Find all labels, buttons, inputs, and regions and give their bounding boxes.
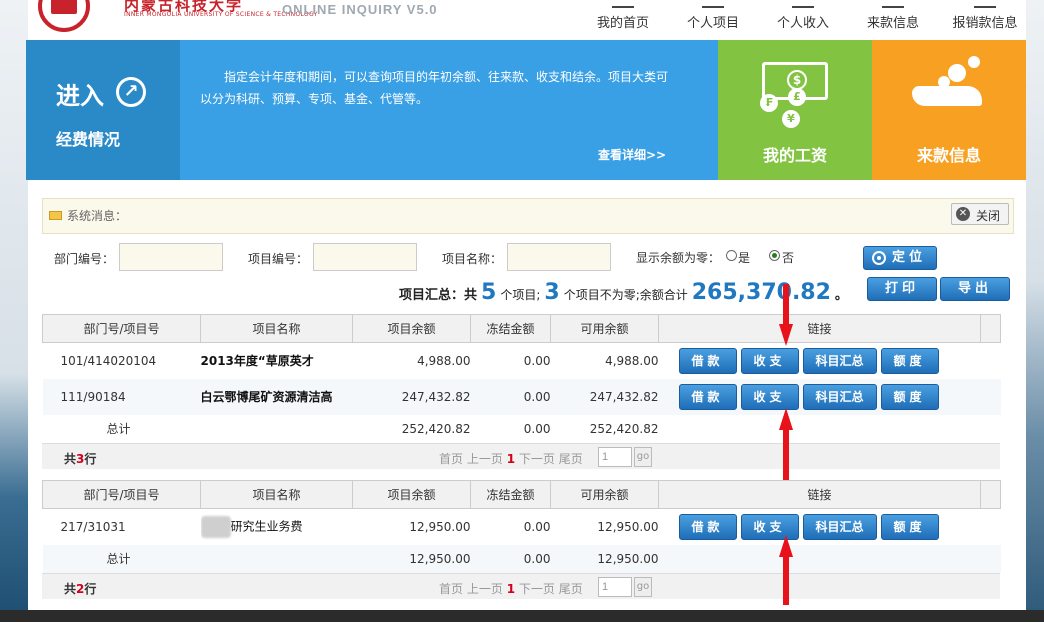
- coin-icon: £: [788, 88, 806, 106]
- enter-funds-tile[interactable]: 进入 ↗ 经费情况: [26, 40, 180, 180]
- subject-summary-button[interactable]: 科目汇总: [802, 513, 877, 540]
- annotation-arrow-shaft: [783, 428, 789, 480]
- borrow-button[interactable]: 借款: [678, 383, 737, 410]
- income-expense-button[interactable]: 收支: [740, 347, 799, 374]
- hand-coins-icon: [912, 56, 986, 108]
- annotation-arrow-up: [779, 535, 793, 557]
- total-row: 总计 252,420.82 0.00 252,420.82: [106, 421, 659, 437]
- my-salary-tile[interactable]: $ ₣ £ ¥ 我的工资: [718, 40, 872, 180]
- page-number-input[interactable]: [598, 577, 632, 597]
- prev-page-link[interactable]: 上一页: [467, 582, 503, 596]
- income-icon: [792, 0, 814, 8]
- projects-table-2: 部门号/项目号 项目名称 项目余额 冻结金额 可用余额 链接 217/31031…: [42, 480, 1001, 573]
- current-page: 1: [506, 452, 516, 466]
- coin-icon: ¥: [782, 110, 800, 128]
- current-page: 1: [506, 582, 516, 596]
- table-row: 111/90184 白云鄂博尾矿资源清洁高 247,432.82 0.00 24…: [42, 378, 1001, 415]
- first-page-link[interactable]: 首页: [439, 582, 463, 596]
- envelope-icon: [49, 211, 62, 220]
- main-container: 内蒙古科技大学 INNER MONGOLIA UNIVERSITY OF SCI…: [26, 0, 1026, 610]
- locate-button[interactable]: 定位: [863, 246, 937, 270]
- go-button[interactable]: go: [634, 577, 652, 597]
- table-header-row: 部门号/项目号 项目名称 项目余额 冻结金额 可用余额 链接: [42, 314, 1001, 343]
- home-icon: [612, 0, 634, 8]
- coin-icon: ₣: [760, 94, 778, 112]
- quota-button[interactable]: 额度: [880, 513, 939, 540]
- last-page-link[interactable]: 尾页: [559, 452, 583, 466]
- nonzero-projects-count: 3: [544, 280, 560, 305]
- total-row: 总计 12,950.00 0.00 12,950.00: [42, 544, 1001, 573]
- close-icon: ✕: [956, 207, 970, 221]
- borrow-button[interactable]: 借款: [678, 347, 737, 374]
- redacted-text: [200, 515, 231, 538]
- locate-icon: [872, 251, 886, 265]
- subject-summary-button[interactable]: 科目汇总: [802, 347, 877, 374]
- university-logo: [38, 0, 90, 32]
- row-count: 共2行: [64, 582, 97, 596]
- footer-bar: [0, 610, 1044, 622]
- top-header: 内蒙古科技大学 INNER MONGOLIA UNIVERSITY OF SCI…: [28, 0, 1026, 40]
- annotation-arrow-down: [779, 324, 793, 346]
- export-button[interactable]: 导出: [940, 277, 1010, 301]
- reimbursement-icon: [974, 0, 996, 8]
- page-background-right: [1026, 0, 1044, 622]
- quota-button[interactable]: 额度: [880, 383, 939, 410]
- print-button[interactable]: 打印: [867, 277, 937, 301]
- show-zero-label: 显示余额为零：: [636, 251, 721, 265]
- project-name-input[interactable]: [507, 243, 611, 271]
- table-row: 101/414020104 2013年度“草原英才 4,988.00 0.00 …: [43, 343, 1001, 379]
- nav-reimbursement[interactable]: 报销款信息: [946, 0, 1024, 40]
- description-text: 指定会计年度和期间，可以查询项目的年初余额、往来款、收支和结余。项目大类可以分为…: [200, 70, 669, 106]
- radio-yes-label: 是: [738, 251, 751, 265]
- close-message-button[interactable]: ✕ 关闭: [951, 203, 1009, 225]
- annotation-arrow-shaft: [783, 555, 789, 605]
- last-page-link[interactable]: 尾页: [559, 582, 583, 596]
- radio-show-zero-yes[interactable]: [726, 250, 737, 261]
- annotation-arrow-up: [779, 408, 793, 430]
- content-area: 系统消息： ✕ 关闭 部门编号： 项目编号： 项目名称： 显示余额为零： 是 否…: [28, 180, 1026, 610]
- radio-no-label: 否: [782, 251, 795, 265]
- prev-page-link[interactable]: 上一页: [467, 452, 503, 466]
- dept-number-input[interactable]: [119, 243, 223, 271]
- next-page-link[interactable]: 下一页: [519, 452, 555, 466]
- description-tile: 指定会计年度和期间，可以查询项目的年初余额、往来款、收支和结余。项目大类可以分为…: [180, 40, 718, 180]
- annotation-arrow-shaft: [783, 284, 789, 326]
- nav-income[interactable]: 个人收入: [772, 0, 834, 40]
- project-name-label: 项目名称：: [442, 252, 503, 266]
- subject-summary-button[interactable]: 科目汇总: [802, 383, 877, 410]
- projects-table-1: 部门号/项目号 项目名称 项目余额 冻结金额 可用余额 链接 101/41402…: [42, 314, 1001, 443]
- project-number-label: 项目编号：: [248, 252, 309, 266]
- go-button[interactable]: go: [634, 447, 652, 467]
- table-header-row: 部门号/项目号 项目名称 项目余额 冻结金额 可用余额 链接: [42, 480, 1001, 509]
- view-details-link[interactable]: 查看详细>>: [598, 146, 666, 163]
- row-count: 共3行: [64, 452, 97, 466]
- total-projects-count: 5: [481, 280, 497, 305]
- pagination-2: 共2行 首页 上一页 1 下一页 尾页 go: [42, 573, 1000, 599]
- projects-icon: [702, 0, 724, 8]
- nav-home[interactable]: 我的首页: [592, 0, 654, 40]
- radio-show-zero-no[interactable]: [769, 250, 780, 261]
- first-page-link[interactable]: 首页: [439, 452, 463, 466]
- system-message-bar: 系统消息： ✕ 关闭: [42, 198, 1014, 234]
- pagination-1: 共3行 首页 上一页 1 下一页 尾页 go: [42, 443, 1000, 469]
- project-summary: 项目汇总：共 5 个项目; 3 个项目不为零;余额合计 265,370.82。: [399, 280, 848, 305]
- income-expense-button[interactable]: 收支: [740, 383, 799, 410]
- system-title: ONLINE INQUIRY V5.0: [282, 2, 438, 17]
- borrow-button[interactable]: 借款: [678, 513, 737, 540]
- receipts-icon: [882, 0, 904, 8]
- next-page-link[interactable]: 下一页: [519, 582, 555, 596]
- page-background-left: [0, 0, 28, 622]
- system-message-label: 系统消息：: [67, 209, 128, 223]
- nav-projects[interactable]: 个人项目: [682, 0, 744, 40]
- arrow-circle-icon: ↗: [116, 77, 146, 107]
- nav-receipts[interactable]: 来款信息: [862, 0, 924, 40]
- dept-number-label: 部门编号：: [54, 252, 115, 266]
- project-number-input[interactable]: [313, 243, 417, 271]
- income-info-tile[interactable]: 来款信息: [872, 40, 1026, 180]
- table-row: 217/31031 研究生业务费 12,950.00 0.00 12,950.0…: [43, 509, 1001, 545]
- total-balance: 265,370.82: [691, 280, 831, 305]
- page-number-input[interactable]: [598, 447, 632, 467]
- banner: 进入 ↗ 经费情况 指定会计年度和期间，可以查询项目的年初余额、往来款、收支和结…: [26, 40, 1026, 180]
- quota-button[interactable]: 额度: [880, 347, 939, 374]
